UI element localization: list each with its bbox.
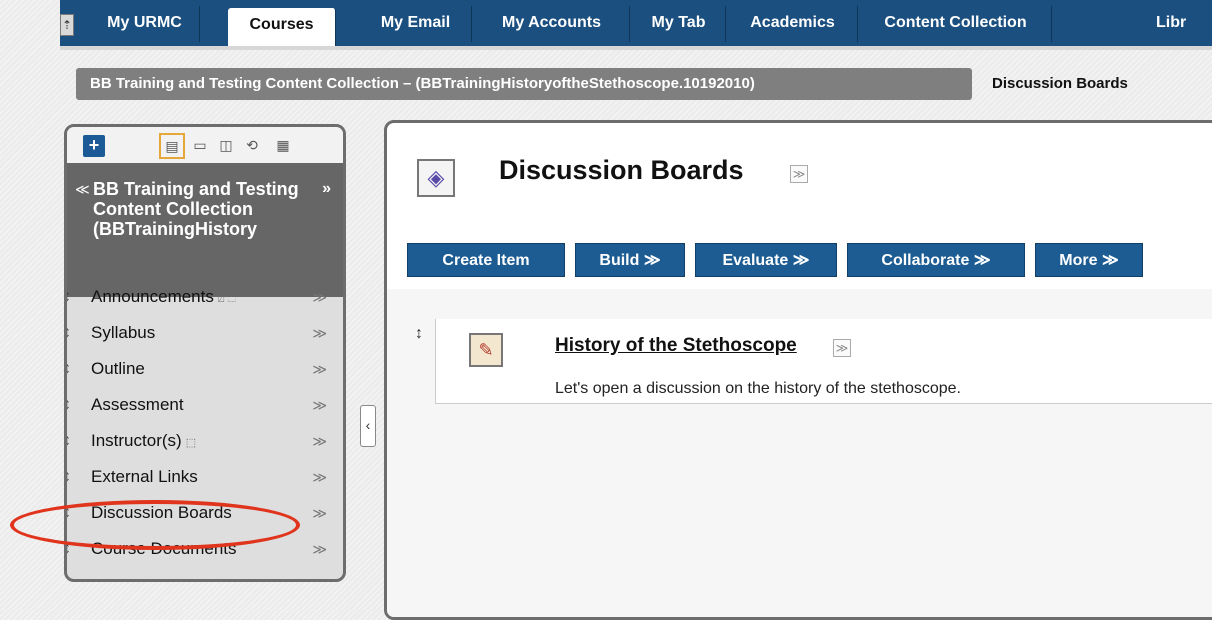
tab-my-urmc[interactable]: My URMC <box>90 6 200 42</box>
drag-handle-icon[interactable]: ↕ <box>67 459 71 495</box>
chevron-down-icon[interactable]: ≫ <box>312 459 327 495</box>
drag-handle-icon[interactable]: ↕ <box>67 531 71 567</box>
tab-my-tab[interactable]: My Tab <box>632 6 726 42</box>
menu-item-label: Course Documents <box>91 539 237 558</box>
breadcrumb-course-link[interactable]: BB Training and Testing Content Collecti… <box>76 68 972 100</box>
drag-handle-icon[interactable]: ↕ <box>67 315 71 351</box>
expand-right-icon[interactable]: » <box>322 179 331 199</box>
list-view-icon[interactable]: ▤ <box>159 133 185 159</box>
visibility-icon: ⬚ <box>185 437 197 449</box>
drag-handle-icon[interactable]: ↕ <box>67 279 71 315</box>
more-button[interactable]: More ≫ <box>1035 243 1143 277</box>
tab-library[interactable]: Libr <box>1156 6 1212 42</box>
menu-item-label: Instructor(s) <box>91 431 182 450</box>
refresh-icon[interactable]: ⟲ <box>243 136 261 154</box>
chevron-down-icon[interactable]: ≫ <box>312 351 327 387</box>
discussion-topic-icon: ✎ <box>469 333 503 367</box>
collaborate-button[interactable]: Collaborate ≫ <box>847 243 1025 277</box>
chevron-down-icon[interactable]: ≫ <box>312 315 327 351</box>
drag-handle-icon[interactable]: ↕ <box>67 351 71 387</box>
menu-item-label: Syllabus <box>91 323 156 342</box>
tab-bar: ⇡ My URMC Courses My Email My Accounts M… <box>60 0 1212 50</box>
course-menu-toolbar: + ▤ ▭ ◫ ⟲ ▦ <box>67 127 343 163</box>
action-bar: Create Item Build ≫ Evaluate ≫ Collabora… <box>387 237 1212 290</box>
course-title[interactable]: BB Training and Testing Content Collecti… <box>93 179 313 275</box>
menu-item-assessment[interactable]: ↕ Assessment ≫ <box>67 387 343 423</box>
course-title-block: ≪ BB Training and Testing Content Collec… <box>67 163 343 297</box>
menu-item-external-links[interactable]: ↕ External Links ≫ <box>67 459 343 495</box>
add-menu-item-button[interactable]: + <box>83 135 105 157</box>
create-item-button[interactable]: Create Item <box>407 243 565 277</box>
course-menu: + ▤ ▭ ◫ ⟲ ▦ ≪ BB Training and Testing Co… <box>64 124 346 582</box>
menu-item-label: External Links <box>91 467 198 486</box>
breadcrumb-current-page: Discussion Boards <box>992 75 1128 92</box>
collapse-menu-icon[interactable]: ‹ <box>360 405 376 447</box>
chevron-down-icon[interactable]: ≫ <box>312 387 327 423</box>
folder-view-icon[interactable]: ▭ <box>191 136 209 154</box>
menu-item-syllabus[interactable]: ↕ Syllabus ≫ <box>67 315 343 351</box>
tab-academics[interactable]: Academics <box>728 6 858 42</box>
menu-item-label: Announcements <box>91 287 214 306</box>
content-frame: ◈ Discussion Boards ≫ Create Item Build … <box>384 120 1212 620</box>
drag-handle-icon[interactable]: ↕ <box>67 423 71 459</box>
evaluate-button[interactable]: Evaluate ≫ <box>695 243 837 277</box>
discussion-topic-description: Let's open a discussion on the history o… <box>555 380 961 397</box>
collapse-up-icon[interactable]: ≪ <box>75 179 90 199</box>
menu-item-label: Discussion Boards <box>91 503 232 522</box>
chevron-down-icon[interactable]: ≫ <box>312 495 327 531</box>
menu-item-outline[interactable]: ↕ Outline ≫ <box>67 351 343 387</box>
discussion-topic-link[interactable]: History of the Stethoscope <box>555 335 797 357</box>
menu-item-instructors[interactable]: ↕ Instructor(s)⬚ ≫ <box>67 423 343 459</box>
tab-courses[interactable]: Courses <box>228 8 336 46</box>
tab-my-email[interactable]: My Email <box>360 6 472 42</box>
item-options-chevron-icon[interactable]: ≫ <box>833 339 851 357</box>
drag-handle-icon[interactable]: ↕ <box>415 325 423 343</box>
drag-handle-icon[interactable]: ↕ <box>67 387 71 423</box>
menu-item-label: Outline <box>91 359 145 378</box>
page-options-chevron-icon[interactable]: ≫ <box>790 165 808 183</box>
chevron-down-icon[interactable]: ≫ <box>312 423 327 459</box>
build-button[interactable]: Build ≫ <box>575 243 685 277</box>
discussion-board-icon: ◈ <box>417 159 455 197</box>
details-icon[interactable]: ▦ <box>271 136 295 154</box>
tab-content-collection[interactable]: Content Collection <box>860 6 1052 42</box>
drag-handle-icon[interactable]: ↕ <box>67 495 71 531</box>
visibility-icon: ⍁ ⬚ <box>217 293 237 305</box>
chevron-down-icon[interactable]: ≫ <box>312 279 327 315</box>
menu-item-course-documents[interactable]: ↕ Course Documents ≫ <box>67 531 343 567</box>
menu-item-label: Assessment <box>91 395 184 414</box>
chevron-down-icon[interactable]: ≫ <box>312 531 327 567</box>
window-icon[interactable]: ◫ <box>217 136 235 154</box>
menu-item-announcements[interactable]: ↕ Announcements⍁ ⬚ ≫ <box>67 279 343 315</box>
tab-toggle-icon[interactable]: ⇡ <box>60 14 74 36</box>
page-title: Discussion Boards <box>499 155 744 185</box>
menu-item-discussion-boards[interactable]: ↕ Discussion Boards ≫ <box>67 495 343 531</box>
tab-my-accounts[interactable]: My Accounts <box>474 6 630 42</box>
